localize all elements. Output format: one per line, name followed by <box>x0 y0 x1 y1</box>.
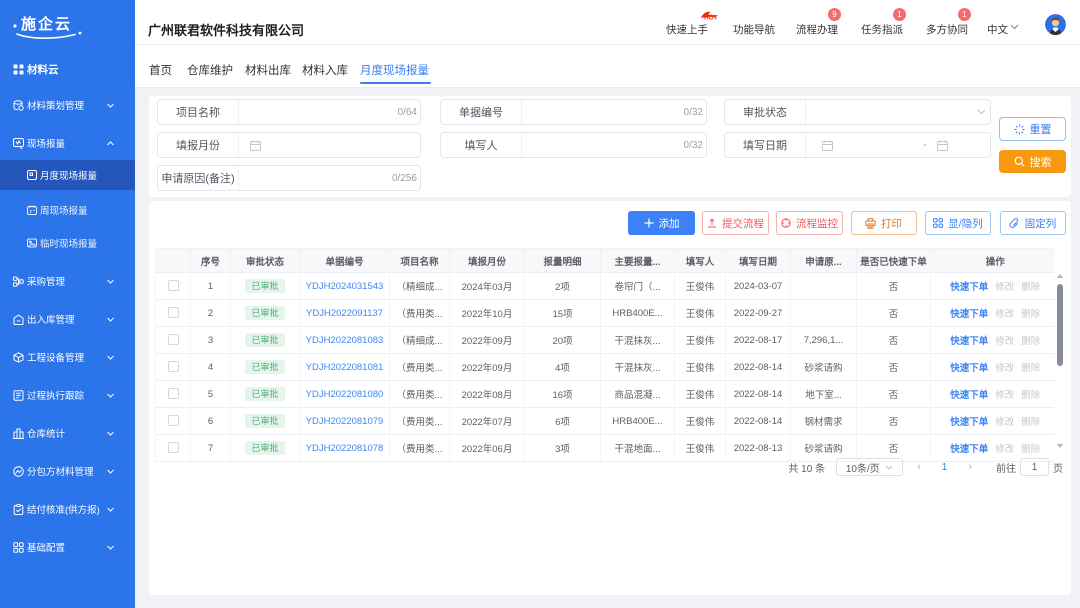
svg-text:HOT: HOT <box>704 15 718 22</box>
